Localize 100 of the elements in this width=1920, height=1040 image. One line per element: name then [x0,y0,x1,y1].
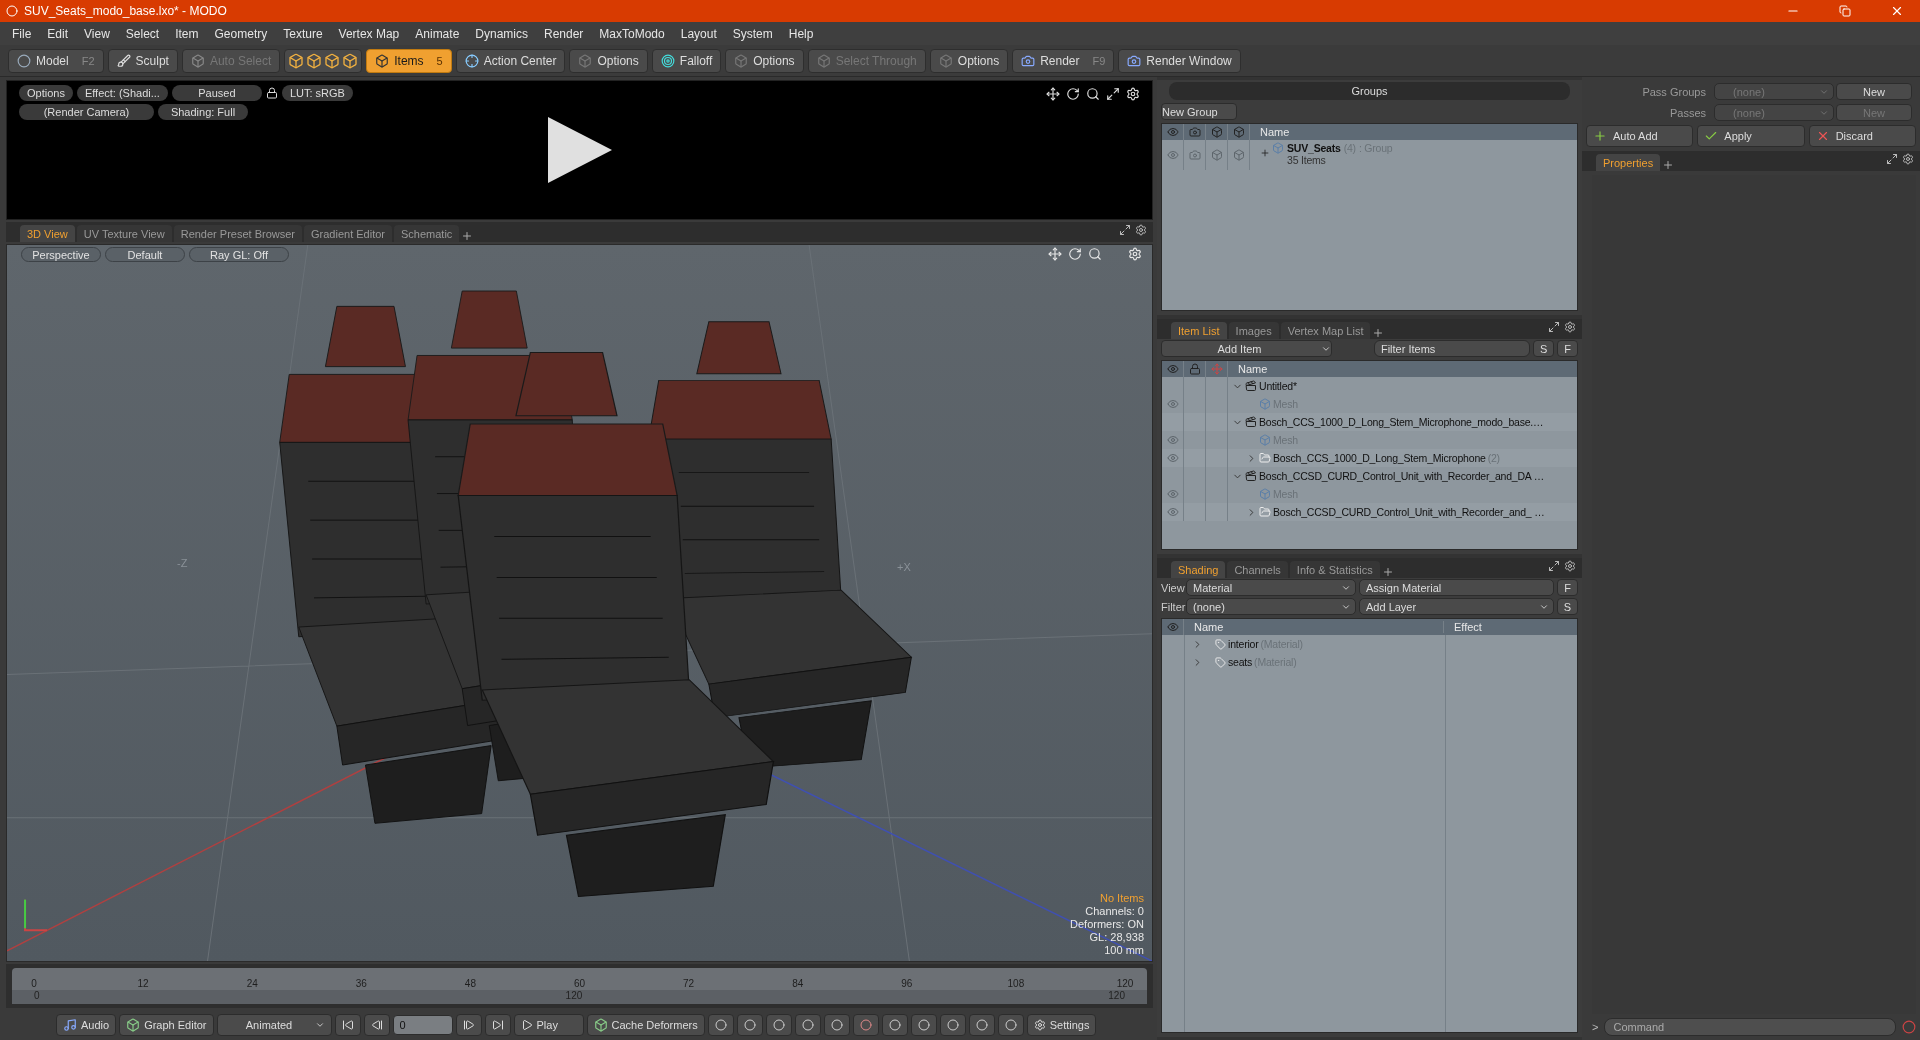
menu-item[interactable]: Animate [407,26,468,41]
menu-item[interactable]: Dynamics [467,26,536,41]
menu-item[interactable]: Layout [672,26,725,41]
new-group-button[interactable]: New Group [1161,103,1237,120]
command-field[interactable]: Command [1604,1018,1896,1036]
cache-deformers-button[interactable]: Cache Deformers [586,1014,705,1036]
play-button[interactable]: Play [513,1014,584,1036]
toolbar-button[interactable]: Options [929,48,1009,73]
view-tab[interactable]: Render Preset Browser [173,225,302,242]
add-layer-dropdown[interactable]: Add Layer [1359,598,1554,615]
toolbar-button[interactable]: Sculpt [107,48,178,73]
pass-action-button[interactable]: Auto Add [1586,125,1694,147]
view-dropdown[interactable]: Material [1186,579,1356,596]
menu-item[interactable]: File [4,26,40,41]
menu-item[interactable]: Help [780,26,822,41]
key-tool-button[interactable] [968,1014,995,1036]
tree-row[interactable]: Bosch_CCS_1000_D_Long_Stem_Microphone_modo_base.… [1162,413,1577,431]
circle-icon [975,1019,988,1031]
viewport-option[interactable]: Ray GL: Off [189,247,289,262]
filter-dropdown[interactable]: (none) [1186,598,1356,615]
settings-button[interactable]: Settings [1026,1014,1097,1036]
check-icon [1704,129,1719,143]
panel-tab[interactable]: Shading [1171,561,1226,578]
cube-icon [342,52,359,69]
menu-item[interactable]: Render [536,26,592,41]
key-tool-button[interactable] [823,1014,850,1036]
toolbar-button[interactable]: Render F9 [1012,48,1115,73]
key-tool-button[interactable] [939,1014,966,1036]
new-pass-button[interactable]: New [1836,83,1912,100]
item-name: Bosch_CCSD_CURD_Control_Unit_with_Recorder_and_ … [1273,506,1545,518]
scene-icon [1245,470,1257,482]
menu-item[interactable]: View [76,26,118,41]
panel-tab[interactable]: Info & Statistics [1289,561,1380,578]
panel-tab[interactable]: Properties [1596,154,1661,171]
viewport-option[interactable]: Default [105,247,185,262]
key-tool-button[interactable] [881,1014,908,1036]
preview-option[interactable]: Effect: (Shadi... [76,85,168,101]
mode-dropdown[interactable]: Animated [216,1014,332,1036]
last-frame-button[interactable] [484,1014,511,1036]
toolbar-button[interactable]: Items 5 [366,48,452,73]
preview-option[interactable]: LUT: sRGB [281,85,353,101]
audio-button[interactable]: Audio [56,1014,117,1036]
key-tool-button[interactable] [910,1014,937,1036]
key-tool-button[interactable] [794,1014,821,1036]
menu-item[interactable]: Geometry [206,26,276,41]
key-tool-button[interactable] [707,1014,734,1036]
key-tool-button[interactable] [852,1014,879,1036]
viewport-option[interactable]: Perspective [21,247,101,262]
f-button[interactable]: F [1557,340,1578,357]
filter-field[interactable]: Filter Items [1373,340,1530,357]
view-tab[interactable]: 3D View [20,225,75,242]
menu-item[interactable]: Select [117,26,168,41]
view-tab[interactable]: UV Texture View [76,225,172,242]
restore-icon[interactable] [1839,5,1851,17]
f-button[interactable]: F [1557,579,1578,596]
assign-material-button[interactable]: Assign Material [1359,579,1555,596]
menu-item[interactable]: Edit [39,26,77,41]
key-tool-button[interactable] [736,1014,763,1036]
panel-tab[interactable]: Images [1228,322,1279,339]
preview-option[interactable]: Options [19,85,73,101]
preview-option[interactable]: Paused [171,85,262,101]
menu-item[interactable]: Vertex Map [330,26,408,41]
dropdown-icon [314,1020,325,1030]
graph-editor-button[interactable]: Graph Editor [119,1014,214,1036]
previous-frame-button[interactable] [363,1014,390,1036]
tree-row[interactable]: Bosch_CCSD_CURD_Control_Unit_with_Recorder_and_ … [1162,503,1577,521]
pass-action-button[interactable]: Discard [1808,125,1916,147]
menu-item[interactable]: System [724,26,781,41]
menu-item[interactable]: Texture [275,26,331,41]
play-icon[interactable] [547,117,612,183]
s-button[interactable]: S [1532,340,1555,357]
first-frame-button[interactable] [334,1014,361,1036]
view-tab[interactable]: Gradient Editor [304,225,392,242]
menu-item[interactable]: Item [167,26,207,41]
panel-title: Groups [1169,82,1570,100]
toolbar-button[interactable]: Options [725,48,804,73]
panel-tab[interactable]: Channels [1227,561,1288,578]
next-frame-button[interactable] [455,1014,482,1036]
circle-icon [1004,1019,1017,1031]
panel-tab[interactable]: Item List [1171,322,1227,339]
pass-action-button[interactable]: Apply [1697,125,1805,147]
toolbar-button[interactable]: Model F2 [8,48,104,73]
preview-option[interactable]: Shading: Full [158,104,248,120]
toolbar-button[interactable]: Action Center [455,48,566,73]
tick-label: 96 [901,978,913,989]
menu-item[interactable]: MaxToModo [591,26,673,41]
frame-field[interactable]: 0 [392,1015,453,1035]
key-tool-button[interactable] [765,1014,792,1036]
toolbar-button[interactable]: Falloff [651,48,722,73]
s-button[interactable]: S [1556,598,1578,615]
view-tab[interactable]: Schematic [394,225,460,242]
add-item-dropdown[interactable]: Add Item [1161,340,1332,357]
key-tool-button[interactable] [997,1014,1024,1036]
preview-option[interactable]: (Render Camera) [19,104,154,120]
panel-tab[interactable]: Vertex Map List [1280,322,1371,339]
close-icon[interactable] [1890,4,1904,18]
toolbar-button[interactable]: Options [569,48,648,73]
selection-mode-buttons[interactable] [284,48,363,73]
step-forward-icon [462,1019,475,1031]
toolbar-button[interactable]: Render Window [1118,48,1241,73]
